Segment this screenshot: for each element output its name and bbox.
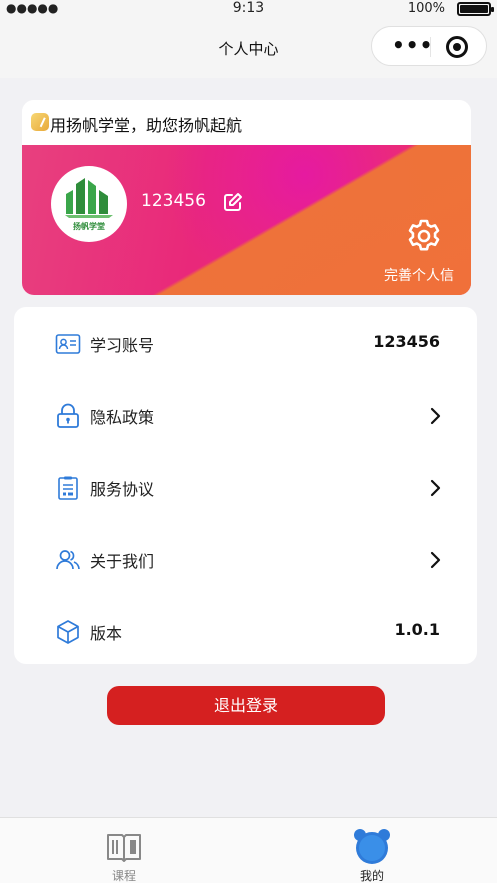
username: 123456: [141, 191, 206, 211]
id-card-icon: [55, 334, 81, 354]
book-icon: [107, 834, 141, 862]
version-value: 1.0.1: [394, 620, 440, 639]
slogan-text: 用扬帆学堂，助您扬帆起航: [50, 116, 243, 135]
cube-icon: [57, 620, 79, 644]
menu-item-value: 123456: [373, 332, 440, 351]
users-icon: [56, 550, 80, 570]
profile-header: 扬帆学堂 123456 完善个人信: [22, 145, 471, 295]
tab-label: 我的: [359, 869, 384, 883]
menu-item-label: 隐私政策: [90, 408, 155, 427]
status-bar: ●●●●● 9:13 100%: [0, 0, 497, 18]
capsule-divider: [430, 37, 431, 57]
battery-icon: [457, 2, 494, 16]
menu-item-label: 关于我们: [90, 552, 155, 571]
bear-icon: [354, 829, 390, 864]
avatar-caption: 扬帆学堂: [73, 222, 105, 231]
tab-bar: 课程 我的: [0, 817, 497, 883]
complete-profile-link[interactable]: 完善个人信: [384, 265, 454, 285]
profile-card: 用扬帆学堂，助您扬帆起航 扬帆学堂 123456 完善个人信: [22, 100, 471, 295]
menu-item-label: 学习账号: [90, 336, 155, 355]
settings-gear-icon[interactable]: [406, 218, 442, 254]
menu-card: 学习账号 123456 隐私政策 服务协议 关于我们 版本 1.0.1: [14, 307, 477, 664]
battery-percent: 100%: [407, 1, 445, 16]
tab-label: 课程: [111, 869, 136, 883]
edit-icon[interactable]: [223, 192, 243, 212]
menu-item-version: 版本 1.0.1: [14, 595, 477, 667]
menu-item-label: 服务协议: [90, 480, 155, 499]
menu-item-label: 版本: [90, 624, 123, 643]
nav-bar: 个人中心 •••: [0, 18, 497, 78]
chevron-right-icon: [430, 407, 441, 425]
mini-program-capsule: •••: [371, 26, 487, 66]
slogan-bar: 用扬帆学堂，助您扬帆起航: [22, 100, 471, 145]
menu-item-service-agreement[interactable]: 服务协议: [14, 451, 477, 523]
tab-courses[interactable]: 课程: [0, 818, 248, 883]
more-menu-button[interactable]: •••: [392, 35, 433, 55]
menu-item-privacy-policy[interactable]: 隐私政策: [14, 379, 477, 451]
document-icon: [58, 476, 78, 500]
menu-item-about-us[interactable]: 关于我们: [14, 523, 477, 595]
close-miniprogram-icon[interactable]: [446, 36, 468, 58]
tab-mine[interactable]: 我的: [248, 818, 496, 883]
avatar[interactable]: 扬帆学堂: [51, 166, 127, 242]
chevron-right-icon: [430, 479, 441, 497]
logout-button[interactable]: 退出登录: [107, 686, 385, 725]
menu-item-study-account[interactable]: 学习账号 123456: [14, 307, 477, 379]
announcement-icon: [31, 113, 49, 131]
lock-icon: [57, 403, 79, 428]
chevron-right-icon: [430, 551, 441, 569]
